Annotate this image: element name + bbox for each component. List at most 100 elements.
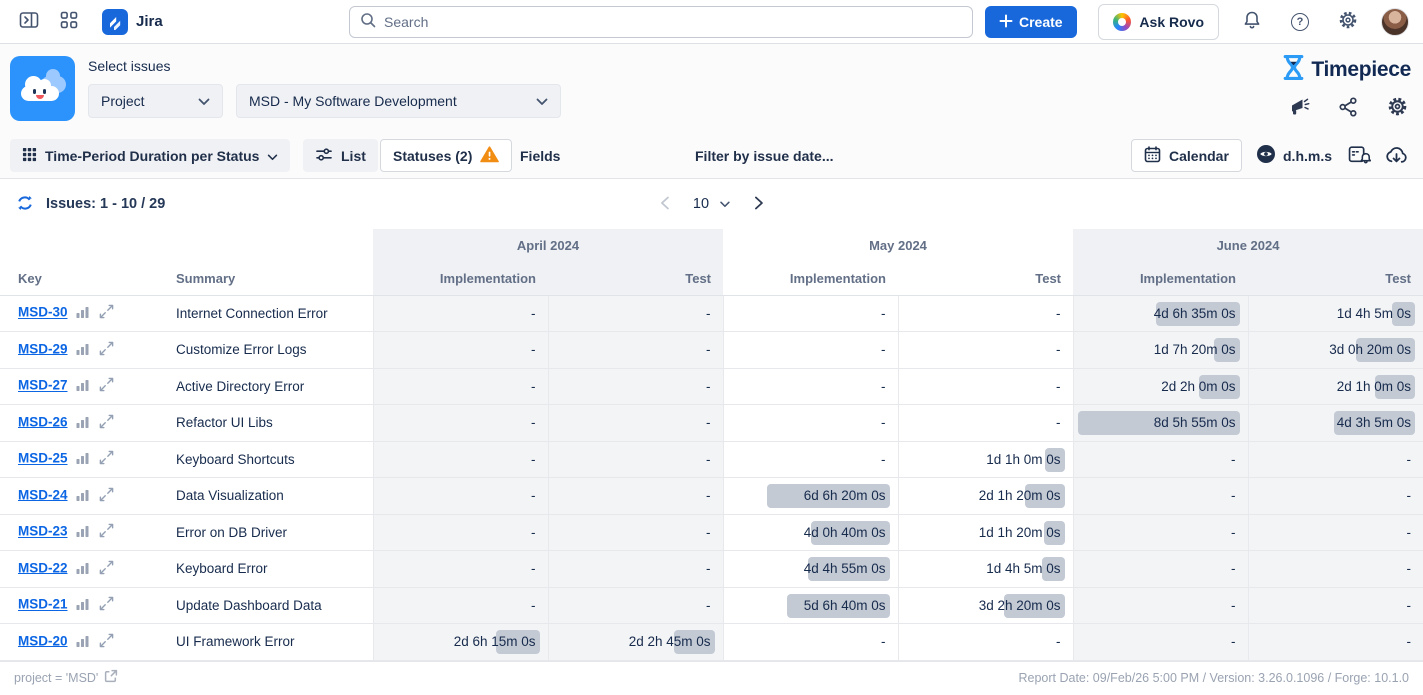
bar-chart-icon[interactable] (76, 378, 89, 394)
issue-key-link[interactable]: MSD-22 (18, 560, 68, 575)
summary-cell: Internet Connection Error (172, 295, 373, 332)
fields-button[interactable]: Fields (520, 132, 560, 179)
expand-icon[interactable] (99, 414, 114, 432)
summary-cell: Refactor UI Libs (172, 405, 373, 442)
bell-icon (1242, 10, 1262, 33)
duration-cell: - (1073, 587, 1248, 624)
expand-icon[interactable] (99, 633, 114, 651)
duration-cell: - (898, 368, 1073, 405)
search-input[interactable] (384, 14, 962, 30)
expand-icon[interactable] (99, 560, 114, 578)
bar-chart-icon[interactable] (76, 451, 89, 467)
create-button[interactable]: Create (985, 6, 1077, 38)
duration-cell: - (373, 514, 548, 551)
key-cell: MSD-27 (0, 368, 172, 405)
bar-chart-icon[interactable] (76, 634, 89, 650)
page-size-select[interactable]: 10 (693, 196, 730, 212)
expand-icon[interactable] (99, 341, 114, 359)
duration-cell: 1d 1h 20m 0s (898, 514, 1073, 551)
issue-key-link[interactable]: MSD-26 (18, 414, 68, 429)
statuses-filter-button[interactable]: Statuses (2) (380, 139, 512, 172)
bar-chart-icon[interactable] (76, 488, 89, 504)
bar-chart-icon[interactable] (76, 524, 89, 540)
project-dropdown[interactable]: MSD - My Software Development (236, 84, 561, 118)
jira-home-link[interactable]: Jira (102, 9, 163, 35)
duration-format-toggle[interactable]: d.h.m.s (1256, 132, 1332, 179)
duration-text: - (1407, 525, 1412, 540)
duration-cell: - (1248, 441, 1423, 478)
previous-page-button[interactable] (660, 196, 669, 213)
duration-text: - (531, 452, 536, 467)
bar-chart-icon[interactable] (76, 597, 89, 613)
duration-text: 4d 3h 5m 0s (1337, 415, 1411, 430)
export-button[interactable] (1385, 132, 1408, 179)
report-table-header: April 2024May 2024June 2024 KeySummaryIm… (0, 229, 1423, 295)
expand-icon[interactable] (99, 487, 114, 505)
table-row: MSD-27Active Directory Error----2d 2h 0m… (0, 368, 1423, 405)
duration-cell: - (1248, 478, 1423, 515)
issue-key-link[interactable]: MSD-24 (18, 487, 68, 502)
status-column-header: Test (898, 262, 1073, 295)
duration-text: 1d 4h 5m 0s (1337, 306, 1411, 321)
duration-cell: - (723, 295, 898, 332)
key-cell: MSD-30 (0, 295, 172, 332)
sliders-icon (315, 147, 333, 165)
app-settings-button[interactable] (1385, 96, 1409, 120)
scheduled-report-button[interactable] (1348, 132, 1371, 179)
expand-icon[interactable] (99, 304, 114, 322)
issue-key-link[interactable]: MSD-20 (18, 633, 68, 648)
expand-icon[interactable] (99, 596, 114, 614)
help-button[interactable]: ? (1285, 7, 1315, 37)
key-cell: MSD-20 (0, 624, 172, 661)
bar-chart-icon[interactable] (76, 342, 89, 358)
announcements-button[interactable] (1287, 96, 1311, 120)
issue-key-link[interactable]: MSD-30 (18, 305, 68, 320)
timepiece-app-icon[interactable] (10, 56, 75, 121)
share-button[interactable] (1336, 96, 1360, 120)
view-mode-button[interactable]: List (303, 139, 378, 172)
issue-key-link[interactable]: MSD-27 (18, 378, 68, 393)
duration-text: - (1231, 525, 1236, 540)
bar-chart-icon[interactable] (76, 415, 89, 431)
duration-text: - (1056, 379, 1061, 394)
sidebar-toggle-button[interactable] (14, 7, 44, 37)
rovo-icon (1113, 13, 1131, 31)
issue-scope-dropdown[interactable]: Project (88, 84, 223, 118)
duration-cell: - (1073, 441, 1248, 478)
external-link-icon[interactable] (104, 669, 118, 686)
app-title: Jira (136, 13, 163, 30)
plus-icon (999, 14, 1013, 31)
issue-date-filter[interactable]: Filter by issue date... (695, 132, 834, 179)
key-cell: MSD-26 (0, 405, 172, 442)
report-type-dropdown[interactable]: Time-Period Duration per Status (10, 139, 290, 172)
issue-key-link[interactable]: MSD-21 (18, 597, 68, 612)
refresh-icon (15, 193, 35, 216)
settings-button[interactable] (1333, 7, 1363, 37)
notifications-button[interactable] (1237, 7, 1267, 37)
bar-chart-icon[interactable] (76, 561, 89, 577)
bar-chart-icon[interactable] (76, 305, 89, 321)
table-row: MSD-30Internet Connection Error----4d 6h… (0, 295, 1423, 332)
chevron-down-icon (536, 93, 548, 109)
user-avatar[interactable] (1381, 8, 1409, 36)
month-group-header: April 2024 (373, 229, 723, 262)
issue-key-link[interactable]: MSD-25 (18, 451, 68, 466)
report-table: April 2024May 2024June 2024 KeySummaryIm… (0, 229, 1423, 661)
issue-key-link[interactable]: MSD-23 (18, 524, 68, 539)
app-switcher-icon (60, 11, 78, 32)
expand-icon[interactable] (99, 523, 114, 541)
key-cell: MSD-29 (0, 332, 172, 369)
expand-icon[interactable] (99, 377, 114, 395)
app-switcher-button[interactable] (54, 7, 84, 37)
table-row: MSD-29Customize Error Logs----1d 7h 20m … (0, 332, 1423, 369)
calendar-view-button[interactable]: Calendar (1131, 139, 1242, 172)
next-page-button[interactable] (754, 196, 763, 213)
duration-format-label: d.h.m.s (1283, 148, 1332, 164)
global-search[interactable] (349, 6, 973, 38)
duration-text: - (531, 561, 536, 576)
duration-text: - (706, 488, 711, 503)
refresh-button[interactable] (14, 193, 36, 215)
expand-icon[interactable] (99, 450, 114, 468)
ask-rovo-button[interactable]: Ask Rovo (1098, 4, 1219, 40)
issue-key-link[interactable]: MSD-29 (18, 341, 68, 356)
